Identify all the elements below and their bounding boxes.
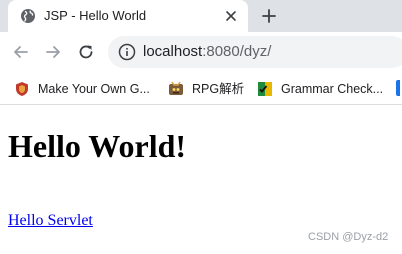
- tab-strip: JSP - Hello World: [0, 0, 402, 32]
- watermark-text: CSDN @Dyz-d2: [308, 231, 389, 243]
- bookmarks-bar: Make Your Own G... RPG解析 Grammar Check..…: [0, 74, 402, 105]
- bookmark-overflow-indicator[interactable]: [396, 80, 400, 96]
- shield-icon: [16, 82, 28, 96]
- grammar-icon: [258, 82, 272, 96]
- url-path: :8080/dyz/: [202, 43, 272, 60]
- globe-icon: [21, 9, 35, 23]
- bookmark-label: RPG解析: [192, 82, 245, 96]
- site-info-icon[interactable]: [118, 43, 136, 61]
- rpg-icon: [169, 81, 183, 95]
- tab-title: JSP - Hello World: [44, 8, 147, 23]
- new-tab-icon[interactable]: [260, 7, 278, 25]
- forward-icon[interactable]: [44, 43, 62, 61]
- back-icon[interactable]: [12, 43, 30, 61]
- bookmark-grammar-check[interactable]: Grammar Check...: [257, 79, 393, 99]
- url-host: localhost: [143, 43, 203, 60]
- page-heading: Hello World!: [8, 128, 187, 164]
- bookmark-rpg[interactable]: RPG解析: [168, 79, 246, 99]
- url-text[interactable]: localhost:8080/dyz/: [143, 43, 271, 61]
- close-tab-icon[interactable]: [224, 9, 238, 23]
- bookmark-make-your-own[interactable]: Make Your Own G...: [14, 79, 160, 99]
- bookmark-label: Grammar Check...: [281, 82, 384, 96]
- reload-icon[interactable]: [77, 43, 95, 61]
- bookmark-label: Make Your Own G...: [38, 82, 150, 96]
- hello-servlet-link[interactable]: Hello Servlet: [8, 212, 93, 230]
- page-content: Hello World! Hello Servlet CSDN @Dyz-d2: [0, 105, 402, 254]
- active-tab[interactable]: JSP - Hello World: [8, 0, 248, 32]
